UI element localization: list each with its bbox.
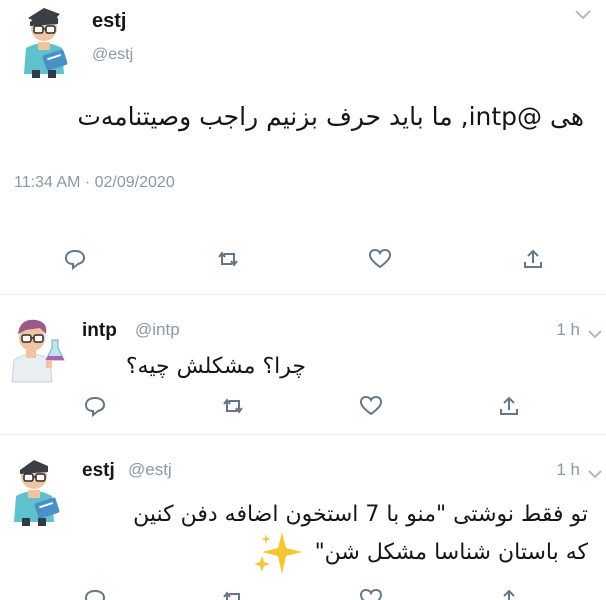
avatar[interactable] bbox=[6, 310, 70, 384]
chevron-down-icon[interactable] bbox=[588, 466, 602, 479]
tweet-time[interactable]: 1 h bbox=[556, 460, 580, 480]
user-handle[interactable]: @intp bbox=[135, 320, 180, 340]
share-icon[interactable] bbox=[496, 395, 522, 417]
main-tweet: estj @estj هی @intp, ما باید حرف بزنیم ر… bbox=[0, 0, 606, 290]
retweet-icon[interactable] bbox=[220, 395, 246, 417]
tweet-text-line: که باستان شناسا مشکل شن" bbox=[314, 540, 588, 565]
like-icon[interactable] bbox=[358, 395, 384, 417]
twitter-thread: estj @estj هی @intp, ما باید حرف بزنیم ر… bbox=[0, 0, 606, 600]
tweet-text: چرا؟ مشکلش چیه؟ bbox=[125, 354, 306, 379]
reply-icon[interactable] bbox=[82, 395, 108, 417]
divider bbox=[0, 434, 606, 435]
avatar[interactable] bbox=[6, 452, 70, 526]
reply-icon[interactable] bbox=[82, 588, 108, 600]
display-name[interactable]: estj bbox=[92, 10, 126, 33]
tweet-timestamp[interactable]: 11:34 AM · 02/09/2020 bbox=[14, 174, 175, 192]
estj-avatar-icon bbox=[24, 8, 68, 78]
tweet-text-line: تو فقط نوشتی "منو با 7 استخون اضافه دفن … bbox=[133, 502, 588, 527]
share-icon[interactable] bbox=[520, 248, 546, 270]
estj-avatar-icon bbox=[14, 460, 60, 526]
display-name[interactable]: estj bbox=[82, 460, 115, 482]
chevron-down-icon[interactable] bbox=[574, 8, 592, 22]
retweet-icon[interactable] bbox=[215, 248, 241, 270]
share-icon[interactable] bbox=[496, 588, 522, 600]
reply-icon[interactable] bbox=[62, 248, 88, 270]
tweet-time[interactable]: 1 h bbox=[556, 320, 580, 340]
retweet-icon[interactable] bbox=[220, 588, 246, 600]
like-icon[interactable] bbox=[367, 248, 393, 270]
user-handle[interactable]: @estj bbox=[128, 460, 172, 480]
display-name[interactable]: intp bbox=[82, 320, 117, 342]
chevron-down-icon[interactable] bbox=[588, 326, 602, 339]
tweet-actions bbox=[82, 395, 522, 417]
tweet-actions bbox=[82, 588, 522, 600]
avatar[interactable] bbox=[14, 4, 76, 78]
user-handle[interactable]: @estj bbox=[92, 46, 133, 64]
intp-avatar-icon bbox=[11, 319, 65, 383]
tweet-text: هی @intp, ما باید حرف بزنیم راجب وصیتنام… bbox=[77, 102, 584, 131]
sparkle-icon bbox=[252, 530, 304, 576]
divider bbox=[0, 294, 606, 295]
tweet-actions bbox=[62, 248, 546, 270]
like-icon[interactable] bbox=[358, 588, 384, 600]
